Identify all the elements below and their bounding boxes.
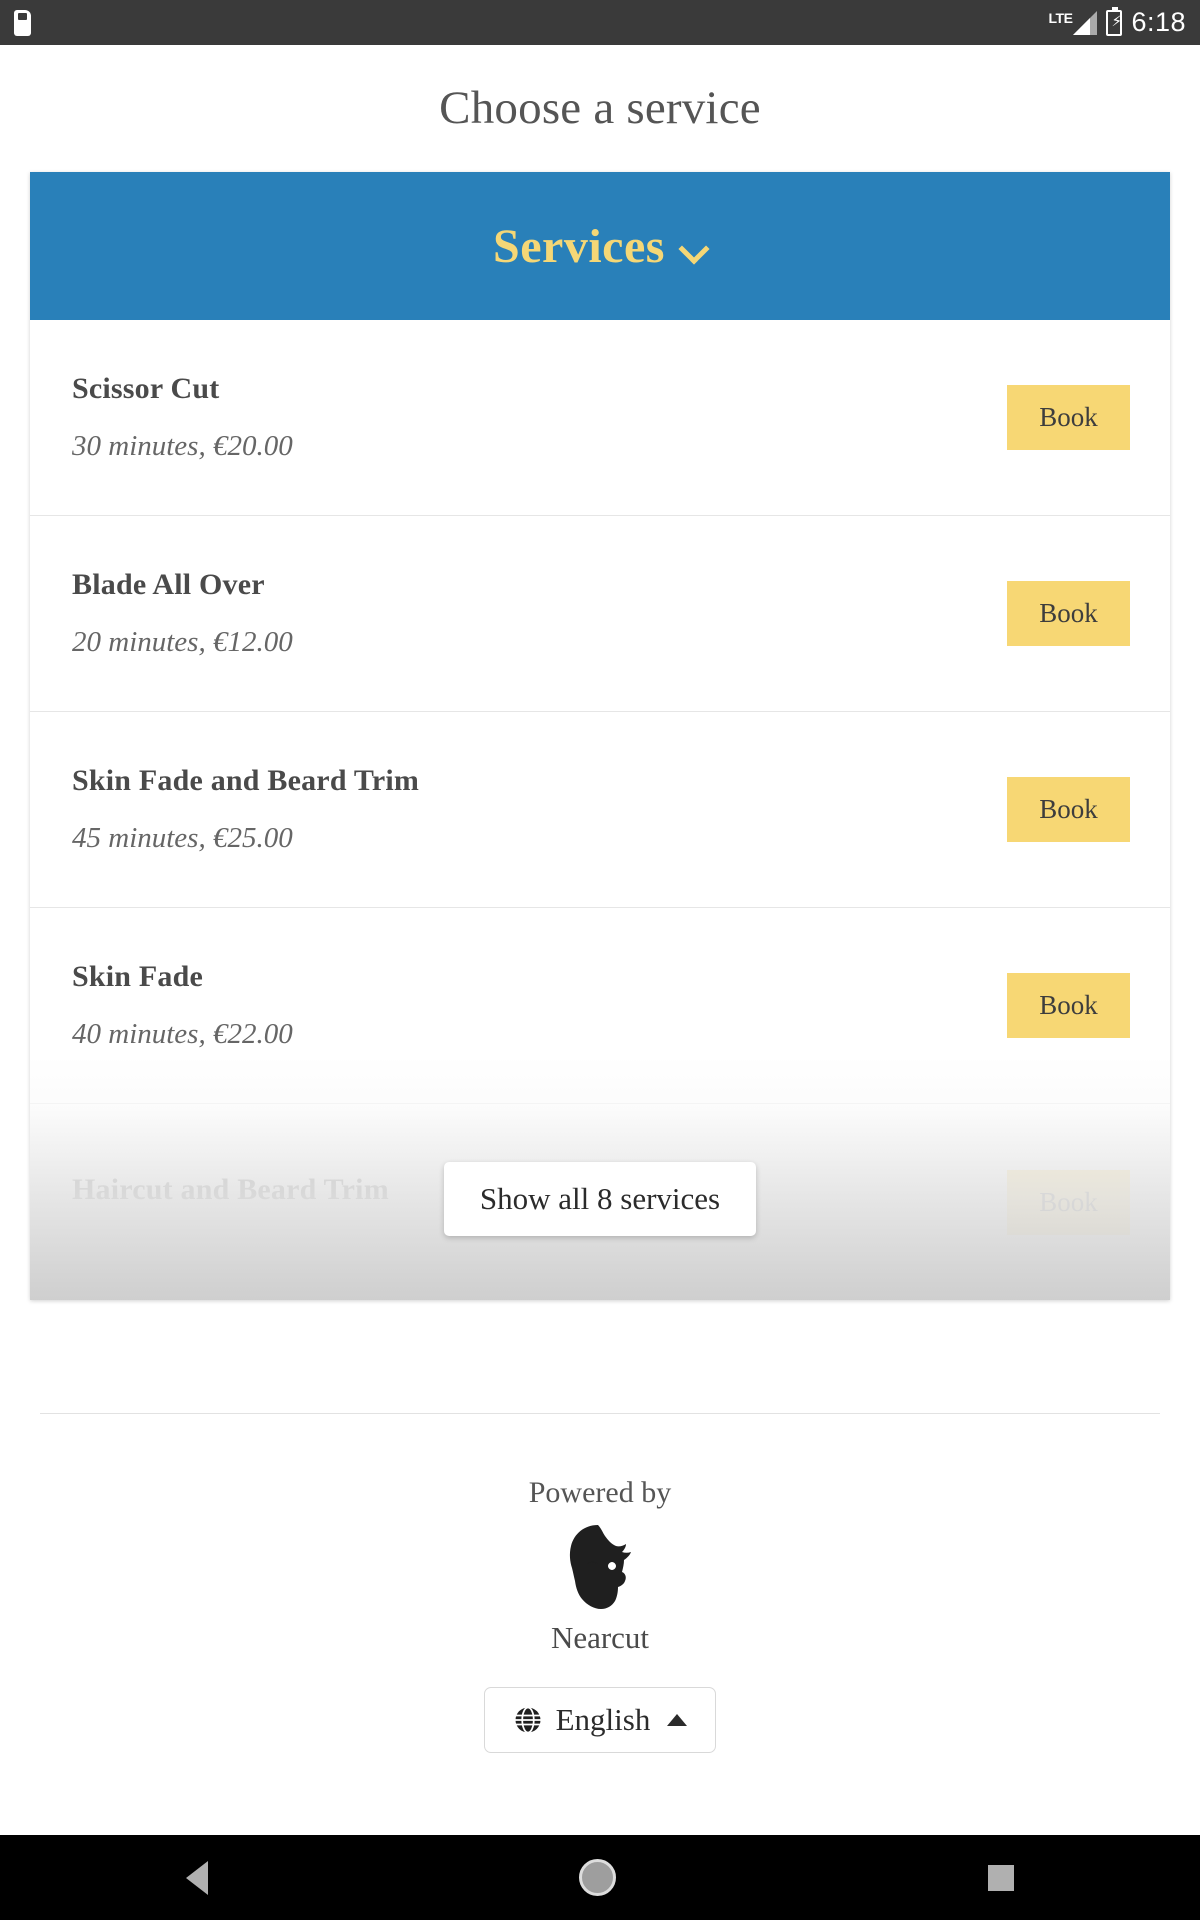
home-circle-icon[interactable] — [579, 1859, 617, 1896]
table-row[interactable]: Blade All Over 20 minutes, €12.00 Book — [30, 516, 1170, 712]
android-nav-bar — [0, 1835, 1200, 1920]
services-header-toggle[interactable]: Services — [30, 172, 1170, 320]
service-meta: 45 minutes, €25.00 — [72, 822, 293, 854]
table-row[interactable]: Skin Fade 40 minutes, €22.00 Book — [30, 908, 1170, 1104]
back-triangle-icon[interactable] — [185, 1860, 208, 1895]
service-name: Skin Fade — [72, 960, 204, 993]
book-button[interactable]: Book — [1007, 581, 1130, 646]
service-info: Skin Fade and Beard Trim 45 minutes, €25… — [72, 764, 419, 855]
language-selector-wrap: English — [0, 1687, 1200, 1753]
services-card: Services Scissor Cut 30 minutes, €20.00 … — [30, 172, 1170, 1300]
service-info: Scissor Cut 30 minutes, €20.00 — [72, 372, 293, 463]
status-bar-right: LTE ⚡ 6:18 — [1048, 6, 1186, 37]
battery-charging-icon: ⚡ — [1106, 6, 1123, 36]
globe-icon — [515, 1706, 541, 1734]
service-meta: 40 minutes, €22.00 — [72, 1018, 293, 1050]
battery-bolt-glyph: ⚡ — [1111, 11, 1122, 30]
service-meta: 20 minutes, €12.00 — [72, 626, 293, 658]
show-all-services-button[interactable]: Show all 8 services — [443, 1162, 757, 1236]
brand-logo-wrap — [0, 1522, 1200, 1614]
book-button[interactable]: Book — [1007, 777, 1130, 842]
network-indicator: LTE — [1048, 9, 1098, 35]
footer-divider — [40, 1413, 1160, 1414]
page-footer: Powered by Nearcut English — [0, 1476, 1200, 1753]
services-header-label: Services — [493, 219, 665, 273]
service-name: Blade All Over — [72, 568, 265, 601]
sd-card-icon — [14, 9, 31, 36]
service-list: Scissor Cut 30 minutes, €20.00 Book Blad… — [30, 320, 1170, 1300]
page-content: Choose a service Services Scissor Cut 30… — [0, 45, 1200, 1835]
show-all-container: Show all 8 services — [30, 1162, 1170, 1236]
status-bar-clock: 6:18 — [1131, 7, 1186, 37]
powered-by-label: Powered by — [528, 1476, 672, 1509]
caret-up-icon — [667, 1714, 688, 1726]
recents-square-icon[interactable] — [988, 1864, 1015, 1891]
service-info: Blade All Over 20 minutes, €12.00 — [72, 568, 293, 659]
service-name: Skin Fade and Beard Trim — [72, 764, 420, 797]
table-row[interactable]: Skin Fade and Beard Trim 45 minutes, €25… — [30, 712, 1170, 908]
service-meta: 30 minutes, €20.00 — [72, 430, 293, 462]
bearded-man-logo-icon — [569, 1525, 631, 1609]
book-button[interactable]: Book — [1007, 385, 1130, 450]
book-button[interactable]: Book — [1007, 973, 1130, 1038]
network-type-label: LTE — [1048, 9, 1073, 26]
android-status-bar: LTE ⚡ 6:18 — [0, 0, 1200, 45]
table-row[interactable]: Scissor Cut 30 minutes, €20.00 Book — [30, 320, 1170, 516]
service-name: Scissor Cut — [72, 372, 220, 405]
signal-bars-icon — [1073, 10, 1098, 35]
chevron-down-icon[interactable] — [681, 236, 707, 262]
service-info: Skin Fade 40 minutes, €22.00 — [72, 960, 293, 1051]
brand-name: Nearcut — [550, 1620, 650, 1655]
status-bar-left — [14, 9, 31, 36]
page-title: Choose a service — [439, 82, 761, 134]
language-selector-button[interactable]: English — [483, 1687, 717, 1753]
language-label: English — [555, 1702, 651, 1737]
